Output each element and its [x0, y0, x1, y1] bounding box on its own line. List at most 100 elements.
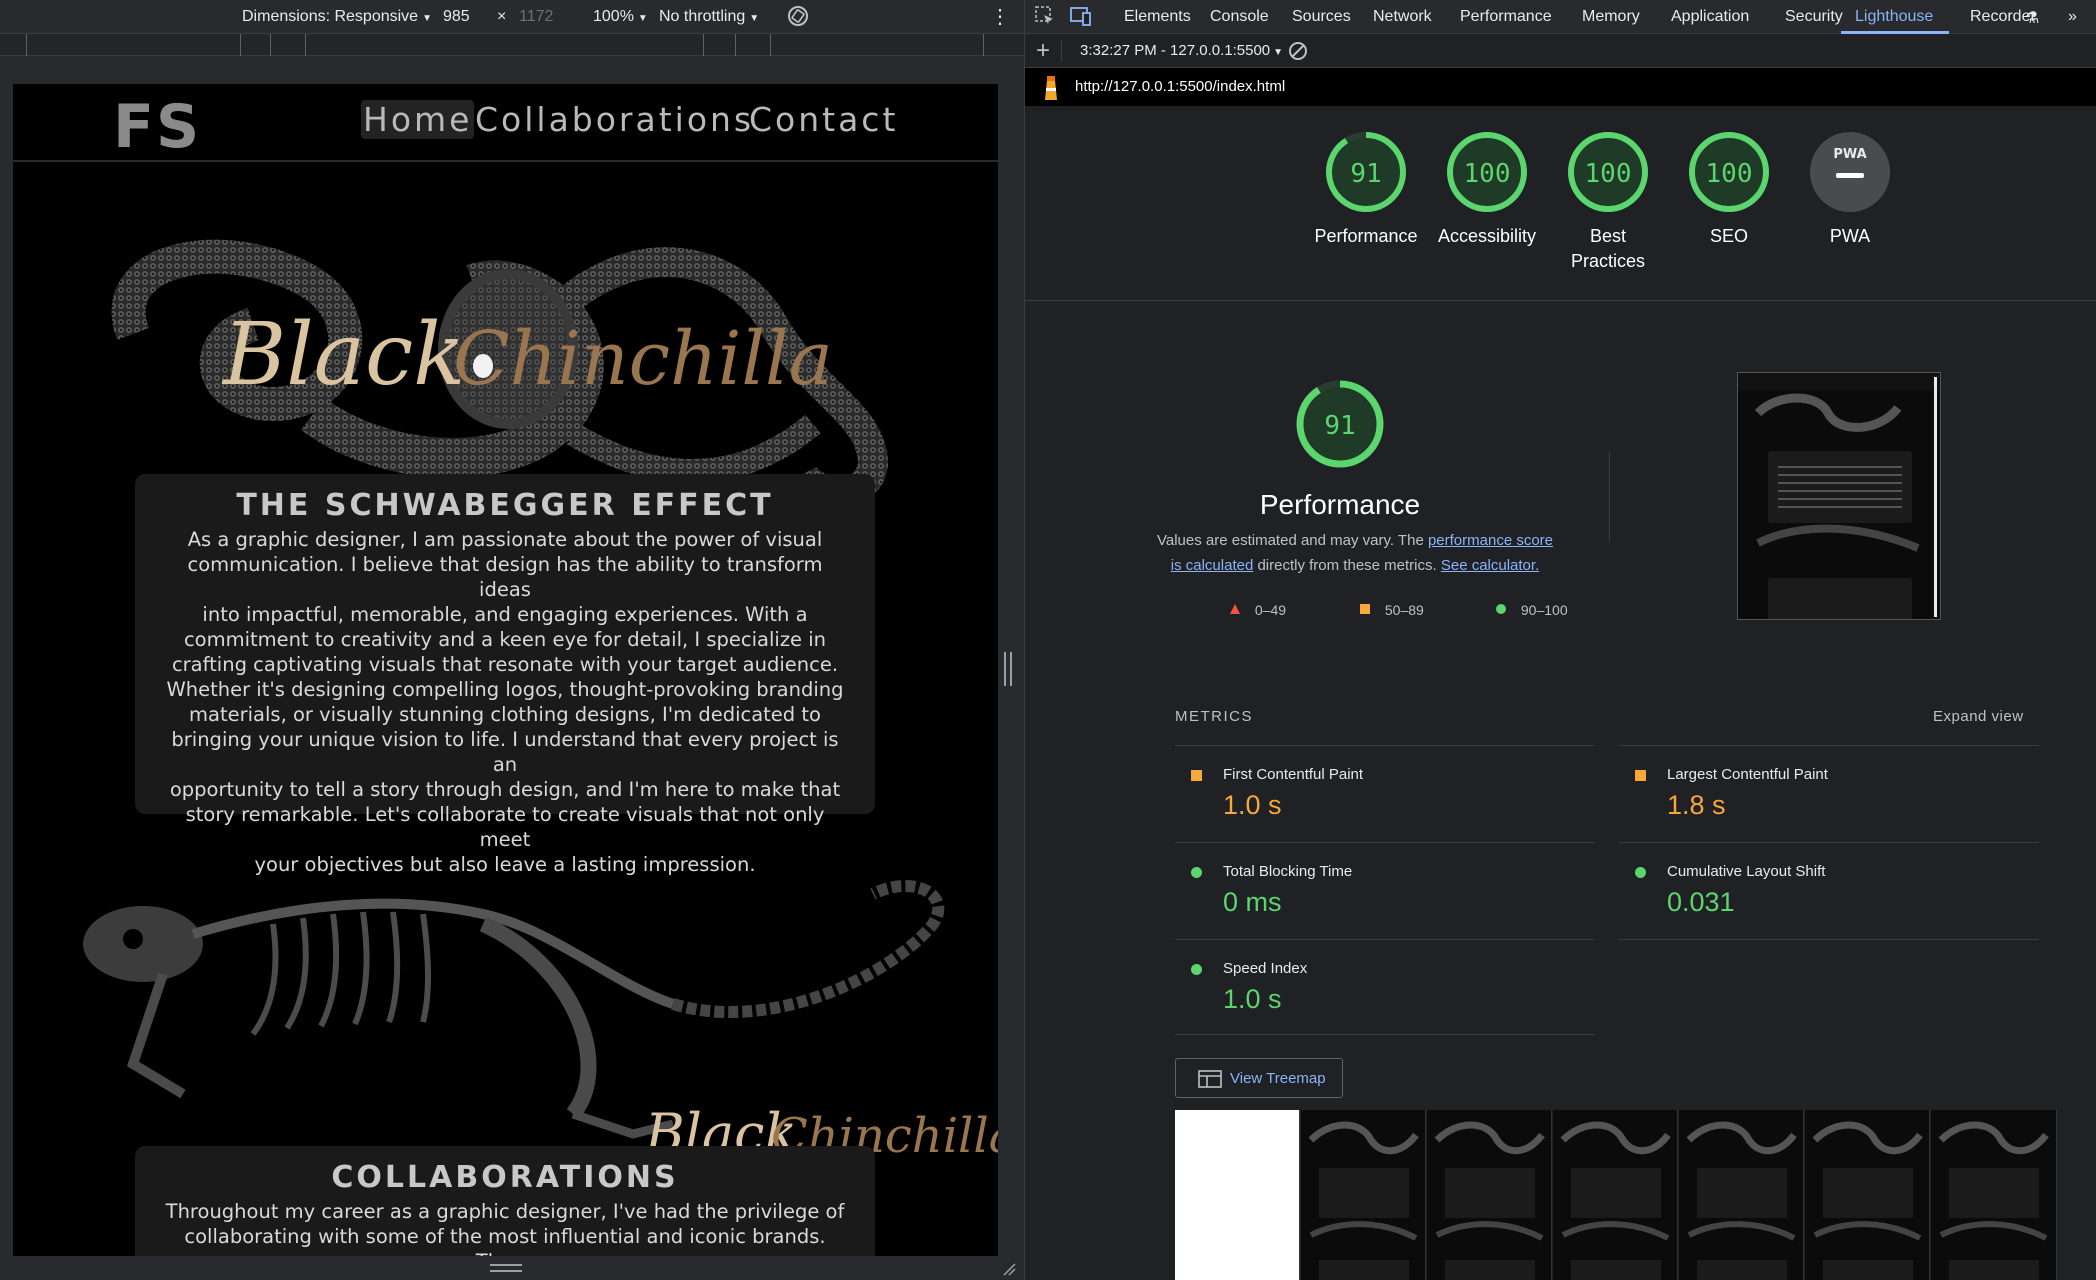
ruler-segment[interactable]: [270, 34, 271, 56]
toolbar-divider: [1061, 40, 1062, 62]
emulated-page-viewport: FS Home Collaborations Contact Black Chi…: [13, 84, 998, 1256]
view-treemap-button[interactable]: View Treemap: [1175, 1058, 1343, 1098]
device-toolbar: Dimensions: Responsive ▼ 985 × 1172 100% ▼…: [0, 0, 1024, 34]
performance-big-gauge: 91: [1296, 380, 1384, 468]
tab-console[interactable]: Console: [1210, 8, 1269, 26]
metric-value: 0.031: [1667, 887, 1735, 917]
metric-name: Largest Contentful Paint: [1667, 766, 1828, 783]
final-screenshot-thumbnail[interactable]: [1737, 372, 1941, 620]
gauge-pwa[interactable]: PWA PWA: [1785, 130, 1915, 249]
gauge-label: PWA: [1829, 226, 1871, 246]
tab-sources[interactable]: Sources: [1292, 8, 1351, 26]
throttling-dropdown[interactable]: No throttling ▼: [659, 8, 759, 26]
performance-summary: 91 Performance: [1175, 378, 1505, 521]
average-square-icon: [1635, 770, 1646, 781]
legend-fail: 0–49: [1229, 602, 1286, 618]
circle-icon: [1496, 604, 1506, 614]
inspect-element-icon[interactable]: [1034, 5, 1056, 32]
report-url-bar: http://127.0.0.1:5500/index.html: [1025, 68, 2096, 106]
media-query-ruler: [0, 34, 1024, 56]
device-toggle-icon[interactable]: [1069, 5, 1093, 32]
clear-reports-icon[interactable]: [1287, 40, 1309, 67]
gauge-label: Accessibility: [1437, 226, 1537, 246]
filmstrip-frame: [1301, 1110, 1426, 1280]
height-input[interactable]: 1172: [519, 8, 553, 26]
nav-link-collaborations[interactable]: Collaborations: [475, 100, 754, 139]
metric-divider: [1175, 1034, 1595, 1035]
zoom-dropdown[interactable]: 100% ▼: [593, 8, 648, 26]
metric-name: Total Blocking Time: [1223, 863, 1353, 880]
ruler-segment[interactable]: [240, 34, 241, 56]
triangle-icon: [1230, 604, 1240, 614]
gauge-score: 91: [1350, 159, 1381, 189]
tab-elements[interactable]: Elements: [1124, 8, 1191, 26]
ruler-segment[interactable]: [305, 34, 306, 56]
ruler-segment[interactable]: [703, 34, 704, 56]
more-options-icon[interactable]: ⋮: [990, 4, 1010, 29]
filmstrip-frame: [1175, 1110, 1300, 1280]
pass-circle-icon: [1191, 867, 1202, 878]
text-line: Whether it's designing compelling logos,…: [166, 678, 844, 701]
tab-application[interactable]: Application: [1671, 8, 1749, 26]
filmstrip-frame: [1427, 1110, 1552, 1280]
rotate-icon[interactable]: [786, 4, 810, 33]
filmstrip-frame: [1805, 1110, 1930, 1280]
text-line: communication. I believe that design has…: [187, 553, 823, 601]
more-tabs-icon[interactable]: »: [2068, 8, 2077, 26]
nav-link-home[interactable]: Home: [361, 100, 475, 139]
square-icon: [1360, 604, 1370, 614]
gauge-seo[interactable]: 100 SEO: [1664, 130, 1794, 249]
text-line: Throughout my career as a graphic design…: [165, 1200, 845, 1223]
new-report-icon[interactable]: +: [1036, 37, 1050, 65]
tab-security[interactable]: Security: [1785, 8, 1843, 26]
device-emulation-pane: Dimensions: Responsive ▼ 985 × 1172 100% ▼…: [0, 0, 1024, 1280]
pass-circle-icon: [1191, 964, 1202, 975]
ruler-segment[interactable]: [983, 34, 984, 56]
desc-text: directly from these metrics.: [1253, 557, 1441, 574]
gauge-score: 100: [1706, 159, 1753, 189]
ruler-segment[interactable]: [770, 34, 771, 56]
report-url[interactable]: http://127.0.0.1:5500/index.html: [1075, 78, 1285, 95]
tab-performance[interactable]: Performance: [1460, 8, 1552, 26]
times-icon: ×: [497, 8, 507, 25]
metric-divider: [1619, 745, 2039, 746]
lighthouse-toolbar: + 3:32:27 PM - 127.0.0.1:5500 ▼: [1025, 34, 2096, 68]
section-divider: [1025, 300, 2096, 301]
tab-memory[interactable]: Memory: [1582, 8, 1640, 26]
width-input[interactable]: 985: [443, 8, 470, 26]
metric-value: 1.0 s: [1223, 790, 1282, 820]
gauge-accessibility[interactable]: 100 Accessibility: [1422, 130, 1552, 249]
dimensions-dropdown[interactable]: Dimensions: Responsive ▼: [242, 8, 432, 26]
chevron-down-icon: ▼: [1273, 47, 1284, 58]
nav-link-contact[interactable]: Contact: [749, 100, 898, 139]
filmstrip: [1175, 1110, 2080, 1280]
devtools-panel: Elements Console Sources Network Perform…: [1024, 0, 2096, 1280]
filmstrip-frame: [1931, 1110, 2057, 1280]
treemap-icon: [1198, 1070, 1222, 1088]
viewport-height-resize-handle[interactable]: [490, 1264, 522, 1272]
metric-value: 1.8 s: [1667, 790, 1726, 820]
gauge-performance[interactable]: 91 Performance: [1301, 130, 1431, 249]
ruler-segment[interactable]: [26, 34, 27, 56]
tab-network[interactable]: Network: [1373, 8, 1432, 26]
ruler-segment[interactable]: [735, 34, 736, 56]
resize-corner-icon[interactable]: [1002, 1262, 1016, 1276]
text-line: crafting captivating visuals that resona…: [171, 653, 839, 676]
zoom-label: 100%: [593, 8, 634, 25]
see-calculator-link[interactable]: See calculator.: [1441, 557, 1539, 574]
expand-view-button[interactable]: Expand view: [1933, 708, 2024, 725]
section-title: THE SCHWABEGGER EFFECT: [236, 488, 774, 523]
report-selector[interactable]: 3:32:27 PM - 127.0.0.1:5500 ▼: [1080, 42, 1283, 59]
tab-lighthouse[interactable]: Lighthouse: [1855, 8, 1933, 26]
gauge-label: Performance: [1314, 226, 1418, 246]
site-logo[interactable]: FS: [113, 92, 201, 162]
legend-pass: 90–100: [1495, 602, 1568, 618]
section-title: COLLABORATIONS: [331, 1160, 679, 1195]
gauge-best-practices[interactable]: 100 Best Practices: [1543, 130, 1673, 274]
chevron-down-icon: ▼: [637, 13, 648, 24]
filmstrip-frame: [1553, 1110, 1678, 1280]
text-line: commitment to creativity and a keen eye …: [183, 628, 827, 651]
section-schwabegger-effect: THE SCHWABEGGER EFFECT As a graphic desi…: [135, 474, 875, 876]
gauge-score: 100: [1464, 159, 1511, 189]
viewport-width-resize-handle[interactable]: [1004, 652, 1012, 686]
